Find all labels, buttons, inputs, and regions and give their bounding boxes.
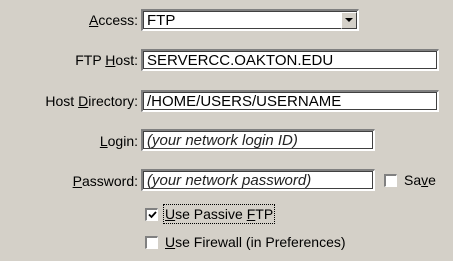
- ftp-host-value: SERVERCC.OAKTON.EDU: [147, 52, 334, 69]
- access-label: Access:: [88, 12, 138, 28]
- password-label: Password:: [72, 173, 138, 189]
- use-firewall-checkbox[interactable]: [145, 236, 158, 249]
- login-placeholder: (your network login ID): [147, 132, 298, 149]
- password-placeholder: (your network password): [147, 172, 312, 189]
- password-input[interactable]: (your network password): [141, 169, 375, 191]
- ftp-host-label: FTP Host:: [75, 52, 138, 68]
- use-passive-ftp-checkbox[interactable]: [145, 208, 158, 221]
- host-directory-input[interactable]: /HOME/USERS/USERNAME: [141, 90, 439, 112]
- save-checkbox[interactable]: [384, 174, 397, 187]
- access-select[interactable]: FTP: [141, 9, 359, 31]
- access-dropdown-button[interactable]: [341, 12, 357, 29]
- use-passive-ftp-label[interactable]: Use Passive FTP: [162, 204, 276, 224]
- ftp-host-input[interactable]: SERVERCC.OAKTON.EDU: [141, 49, 439, 71]
- login-label: Login:: [99, 133, 138, 149]
- checkmark-icon: [147, 211, 157, 219]
- host-directory-value: /HOME/USERS/USERNAME: [147, 93, 342, 110]
- use-firewall-label[interactable]: Use Firewall (in Preferences): [165, 234, 346, 250]
- login-input[interactable]: (your network login ID): [141, 129, 375, 151]
- access-value: FTP: [147, 12, 176, 29]
- save-label[interactable]: Save: [404, 172, 436, 188]
- chevron-down-icon: [345, 18, 353, 22]
- host-directory-label: Host Directory:: [45, 93, 138, 109]
